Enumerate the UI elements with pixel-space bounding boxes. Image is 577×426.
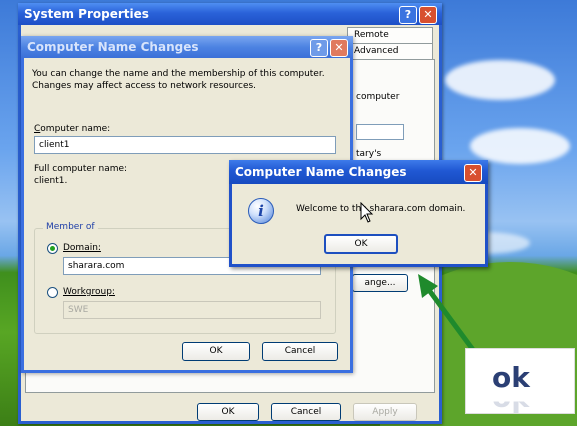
welcome-message: Welcome to the sharara.com domain.	[296, 204, 466, 214]
domain-radio[interactable]	[47, 243, 58, 254]
close-button[interactable]: ✕	[419, 6, 437, 24]
workgroup-radio[interactable]	[47, 287, 58, 298]
close-button[interactable]: ✕	[330, 39, 348, 57]
workgroup-field[interactable]: SWE	[63, 301, 321, 319]
computer-description-field[interactable]	[356, 124, 404, 140]
partial-text: computer	[356, 92, 400, 102]
computer-name-label: Computer name:	[34, 124, 111, 134]
cloud	[445, 60, 555, 100]
change-button[interactable]: ange...	[352, 274, 408, 292]
apply-button[interactable]: Apply	[353, 403, 417, 421]
member-of-label: Member of	[43, 222, 98, 232]
partial-text: tary's	[356, 149, 382, 159]
computer-name-changes-titlebar[interactable]: Computer Name Changes ? ✕	[21, 36, 353, 58]
help-button[interactable]: ?	[310, 39, 328, 57]
ok-button[interactable]: OK	[182, 342, 250, 361]
full-computer-name-value: client1.	[34, 176, 68, 186]
ok-annotation-text: ok	[492, 361, 530, 394]
dialog-title: Computer Name Changes	[27, 40, 199, 54]
tab-remote[interactable]: Remote	[347, 27, 433, 43]
mouse-cursor-icon	[360, 202, 374, 223]
computer-name-field[interactable]: client1	[34, 136, 336, 154]
window-title: System Properties	[24, 7, 149, 21]
help-button[interactable]: ?	[399, 6, 417, 24]
ok-button[interactable]: OK	[197, 403, 259, 421]
full-computer-name-label: Full computer name:	[34, 164, 128, 174]
close-button[interactable]: ✕	[464, 164, 482, 182]
ok-annotation-box: ok ok	[465, 348, 575, 414]
cancel-button[interactable]: Cancel	[271, 403, 341, 421]
tab-strip: Remote Advanced	[347, 27, 433, 60]
welcome-dialog-titlebar[interactable]: Computer Name Changes ✕	[229, 160, 488, 184]
dialog-title: Computer Name Changes	[235, 165, 407, 179]
cancel-button[interactable]: Cancel	[262, 342, 338, 361]
tab-advanced[interactable]: Advanced	[347, 43, 433, 60]
info-icon: i	[248, 198, 274, 224]
welcome-dialog: Computer Name Changes ✕ i Welcome to the…	[229, 160, 488, 267]
ok-button[interactable]: OK	[324, 234, 398, 254]
workgroup-label: Workgroup:	[63, 287, 115, 297]
description-text: You can change the name and the membersh…	[32, 69, 325, 91]
system-properties-titlebar[interactable]: System Properties ? ✕	[18, 3, 442, 25]
domain-label: Domain:	[63, 243, 101, 253]
radio-selected-dot	[50, 246, 55, 251]
cloud	[470, 128, 570, 164]
